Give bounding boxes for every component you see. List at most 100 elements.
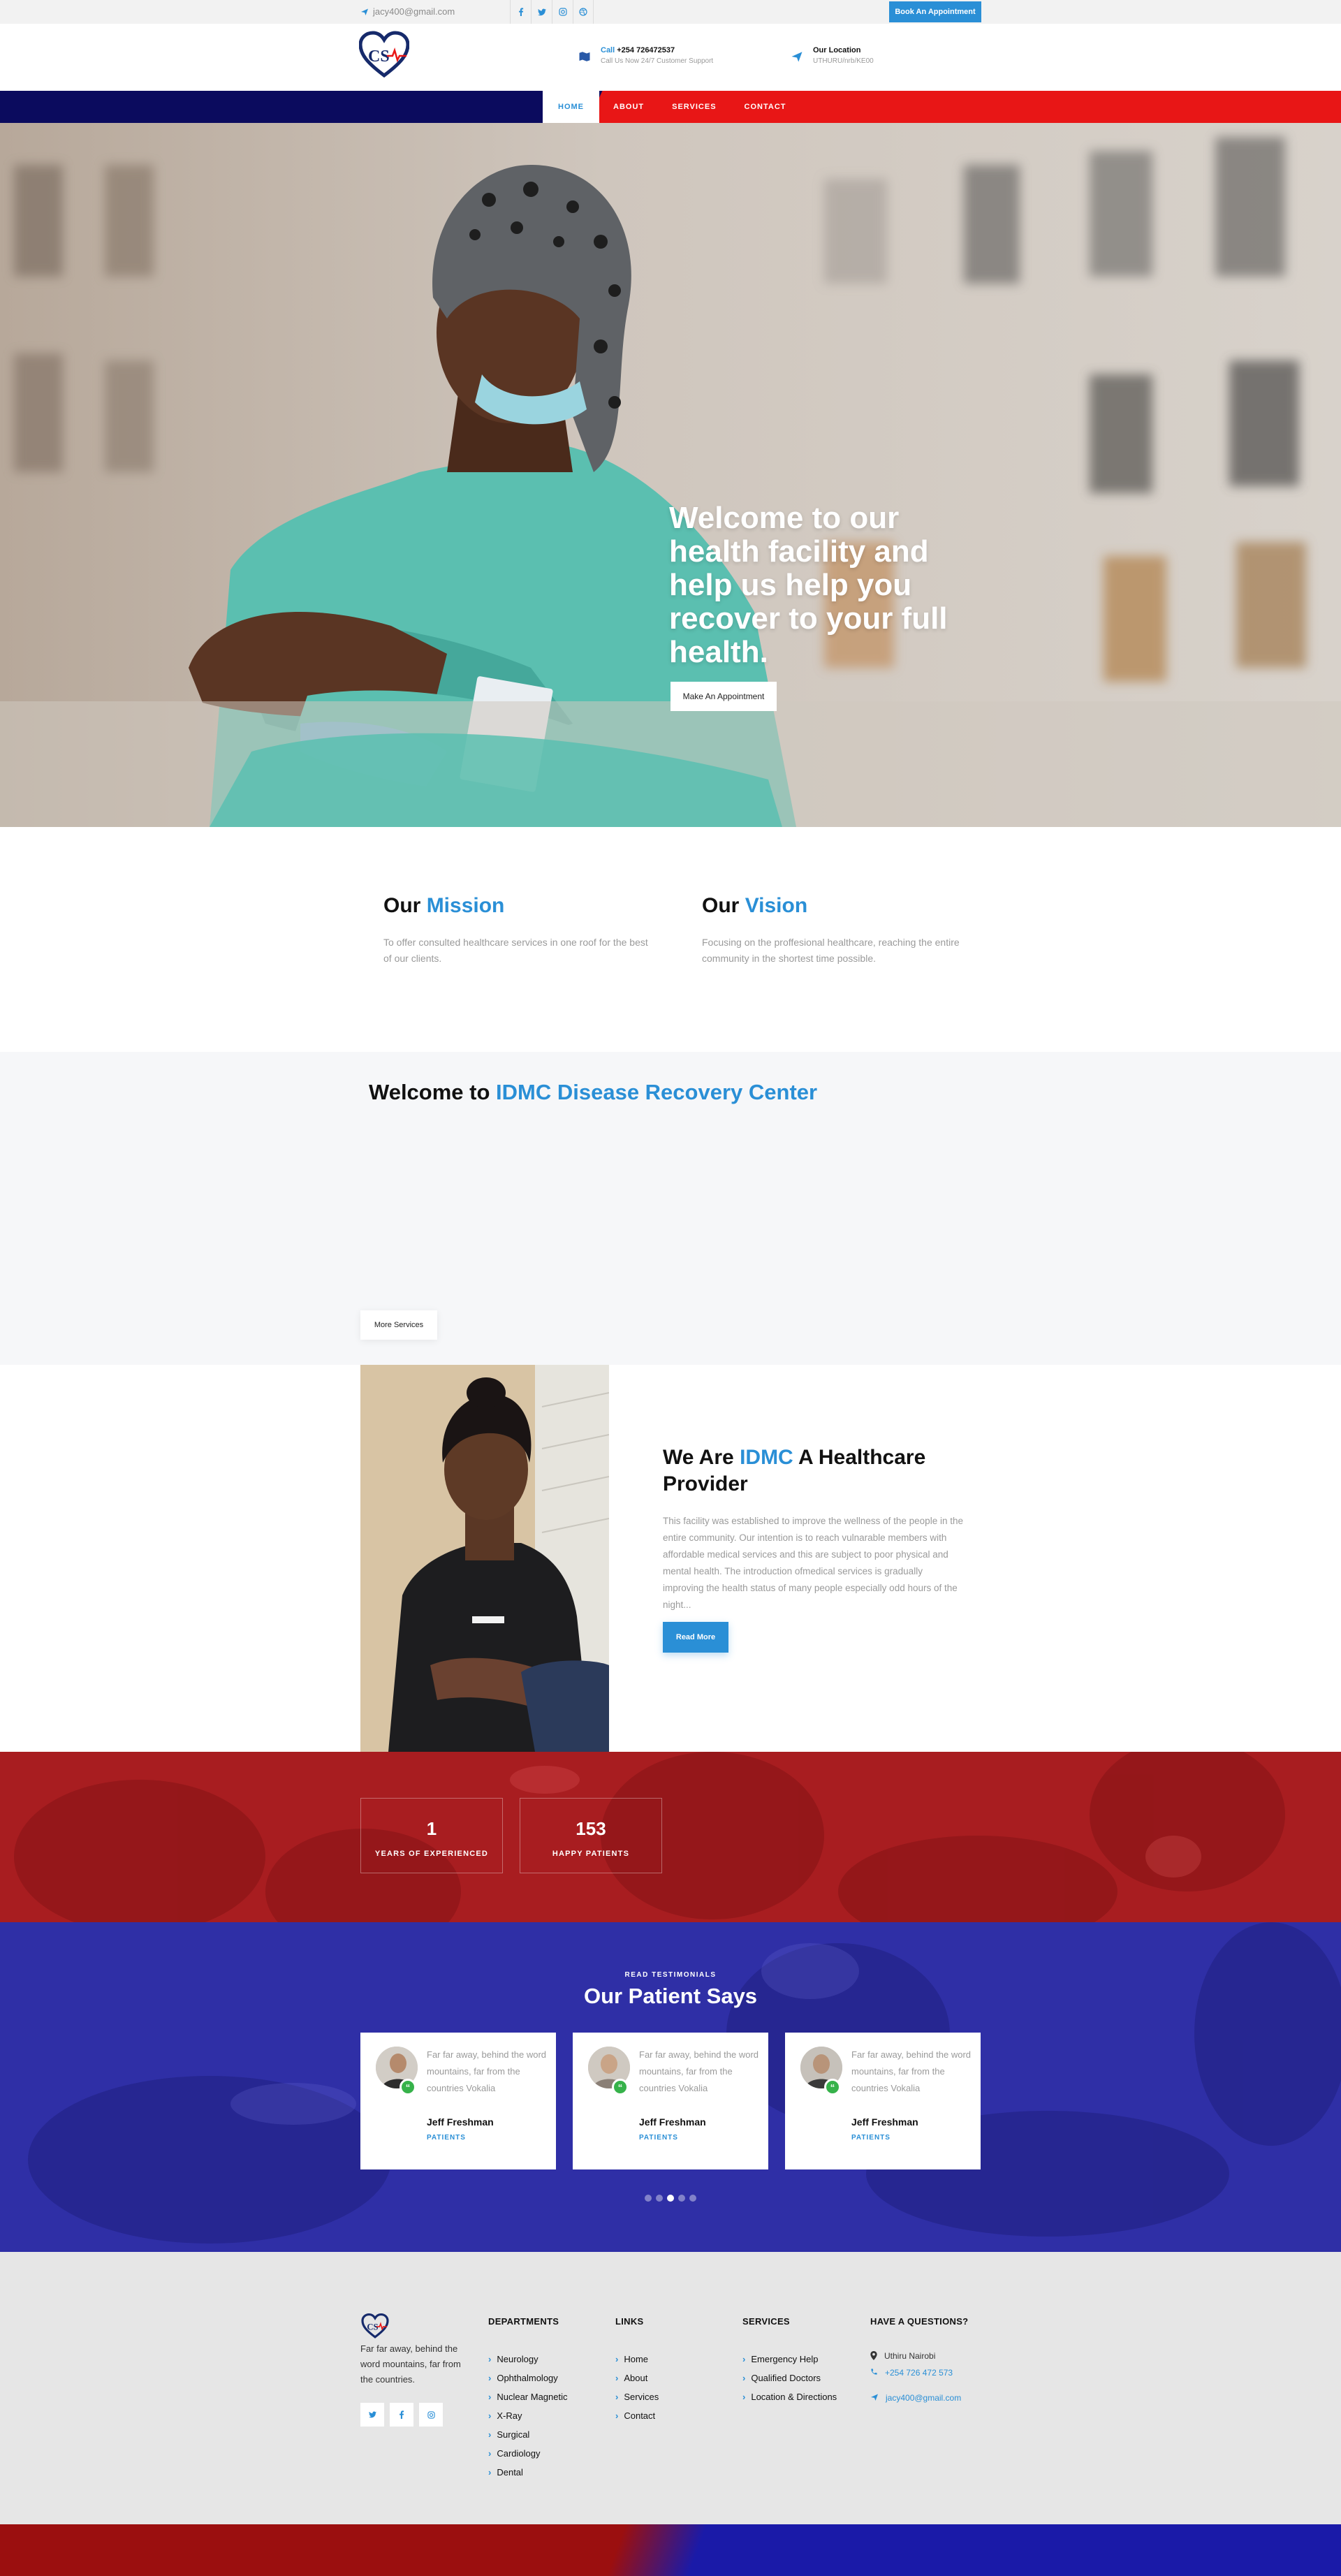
chevron-right-icon: ›	[488, 2448, 492, 2459]
read-more-button[interactable]: Read More	[663, 1622, 728, 1653]
make-appointment-button[interactable]: Make An Appointment	[670, 682, 777, 711]
footer-links-list: › Home › About › Services › Contact	[615, 2350, 659, 2425]
facebook-icon[interactable]	[510, 0, 531, 24]
instagram-icon[interactable]	[552, 0, 573, 24]
nav-item-about[interactable]: ABOUT	[599, 91, 658, 123]
footer-link[interactable]: › Qualified Doctors	[742, 2369, 837, 2387]
footer-phone-text: +254 726 472 573	[885, 2368, 953, 2378]
chevron-right-icon: ›	[488, 2373, 492, 2383]
footer-phone[interactable]: +254 726 472 573	[870, 2368, 953, 2378]
header-phone: Call +254 726472537 Call Us Now 24/7 Cus…	[578, 46, 713, 65]
stat-patients-label: HAPPY PATIENTS	[552, 1850, 630, 1858]
quote-icon: “	[400, 2079, 416, 2095]
nav-item-contact[interactable]: CONTACT	[731, 91, 800, 123]
carousel-dot[interactable]	[678, 2195, 685, 2202]
svg-text:CS: CS	[368, 47, 390, 66]
testimonials-title: Our Patient Says	[583, 1984, 758, 2008]
footer-link[interactable]: › About	[615, 2369, 659, 2387]
footer-link-label: Qualified Doctors	[751, 2373, 821, 2383]
carousel-dot[interactable]	[645, 2195, 652, 2202]
footer-link-label: Nuclear Magnetic	[497, 2392, 568, 2402]
stat-patients: 153 HAPPY PATIENTS	[520, 1798, 662, 1873]
more-services-button[interactable]: More Services	[360, 1310, 437, 1340]
stat-years-label: YEARS OF EXPERIENCED	[374, 1850, 489, 1858]
welcome-title-b: IDMC Disease Recovery Center	[496, 1080, 818, 1104]
testimonial-name: Jeff Freshman	[427, 2116, 494, 2128]
mission-title-a: Our	[383, 894, 421, 917]
footer-services-title: SERVICES	[742, 2316, 790, 2327]
footer-link-label: Surgical	[497, 2429, 530, 2440]
map-pin-icon	[870, 2351, 877, 2360]
footer-link[interactable]: › Surgical	[488, 2425, 568, 2444]
testimonial-text: Far far away, behind the word mountains,…	[851, 2049, 972, 2093]
chevron-right-icon: ›	[742, 2354, 746, 2364]
nav-menu: HOME ABOUT SERVICES CONTACT	[543, 91, 800, 123]
book-appointment-button[interactable]: Book An Appointment	[889, 1, 981, 22]
footer-email-text: jacy400@gmail.com	[886, 2393, 962, 2403]
dribbble-icon[interactable]	[573, 0, 594, 24]
footer-link[interactable]: › Contact	[615, 2406, 659, 2425]
about-text: This facility was established to improve…	[663, 1516, 963, 1610]
nav-item-home[interactable]: HOME	[543, 91, 599, 123]
footer-link[interactable]: › Nuclear Magnetic	[488, 2387, 568, 2406]
testimonial-card: “ Far far away, behind the word mountain…	[573, 2033, 768, 2169]
carousel-dot[interactable]	[689, 2195, 696, 2202]
stat-years-value: 1	[426, 1818, 437, 1839]
phone-subtitle: Call Us Now 24/7 Customer Support	[601, 57, 714, 65]
mission-text: To offer consulted healthcare services i…	[383, 937, 648, 964]
about-title-b: IDMC	[740, 1446, 793, 1469]
chevron-right-icon: ›	[615, 2354, 619, 2364]
chevron-right-icon: ›	[615, 2373, 619, 2383]
quote-icon: “	[612, 2079, 629, 2095]
footer-link[interactable]: › Ophthalmology	[488, 2369, 568, 2387]
main-nav: HOME ABOUT SERVICES CONTACT	[0, 91, 1341, 123]
chevron-right-icon: ›	[742, 2373, 746, 2383]
about-title-a: We Are	[663, 1446, 734, 1469]
footer-link[interactable]: › Cardiology	[488, 2444, 568, 2463]
footer-links-title: LINKS	[615, 2316, 644, 2327]
welcome-section: Welcome to IDMC Disease Recovery Center …	[0, 1052, 1341, 1365]
nav-item-services[interactable]: SERVICES	[658, 91, 730, 123]
facebook-icon[interactable]	[390, 2403, 413, 2427]
footer-questions-title: HAVE A QUESTIONS?	[870, 2316, 969, 2327]
footer-link[interactable]: › Neurology	[488, 2350, 568, 2369]
instagram-icon[interactable]	[419, 2403, 443, 2427]
chevron-right-icon: ›	[615, 2410, 619, 2421]
carousel-dot[interactable]	[656, 2195, 663, 2202]
phone-number[interactable]: +254 726472537	[617, 46, 675, 54]
site-logo[interactable]: CS	[358, 31, 410, 78]
footer-link[interactable]: › Location & Directions	[742, 2387, 837, 2406]
phone-icon	[871, 2369, 877, 2375]
footer-link[interactable]: › Dental	[488, 2463, 568, 2482]
twitter-icon[interactable]	[360, 2403, 384, 2427]
topbar-email[interactable]: jacy400@gmail.com	[360, 6, 455, 17]
about-title: We Are IDMC A Healthcare Provider	[663, 1444, 984, 1498]
footer-address: Uthiru Nairobi	[870, 2351, 935, 2361]
send-icon	[871, 2394, 878, 2401]
chevron-right-icon: ›	[742, 2392, 746, 2402]
testimonials-section: READ TESTIMONIALS Our Patient Says “ Far…	[0, 1922, 1341, 2252]
footer-link-label: Contact	[624, 2410, 656, 2421]
footer-address-text: Uthiru Nairobi	[884, 2351, 936, 2361]
footer-link-label: Dental	[497, 2467, 523, 2478]
testimonial-card: “ Far far away, behind the word mountain…	[785, 2033, 981, 2169]
footer-link-label: Cardiology	[497, 2448, 541, 2459]
twitter-icon[interactable]	[531, 0, 552, 24]
quote-icon: “	[824, 2079, 841, 2095]
footer-link[interactable]: › Emergency Help	[742, 2350, 837, 2369]
footer-email[interactable]: jacy400@gmail.com	[870, 2393, 961, 2403]
testimonials-kicker: READ TESTIMONIALS	[624, 1971, 717, 1979]
location-title: Our Location	[813, 46, 861, 54]
top-bar: jacy400@gmail.com Book An Appointment	[0, 0, 1341, 24]
chevron-right-icon: ›	[488, 2429, 492, 2440]
bottom-band	[0, 2524, 1341, 2576]
footer-link[interactable]: › X-Ray	[488, 2406, 568, 2425]
chevron-right-icon: ›	[488, 2467, 492, 2478]
stat-years: 1 YEARS OF EXPERIENCED	[360, 1798, 503, 1873]
testimonial-text: Far far away, behind the word mountains,…	[427, 2049, 547, 2093]
footer-link[interactable]: › Home	[615, 2350, 659, 2369]
send-icon	[791, 52, 803, 62]
footer-logo[interactable]: CS	[360, 2313, 390, 2342]
footer-link[interactable]: › Services	[615, 2387, 659, 2406]
carousel-dot-active[interactable]	[667, 2195, 674, 2202]
